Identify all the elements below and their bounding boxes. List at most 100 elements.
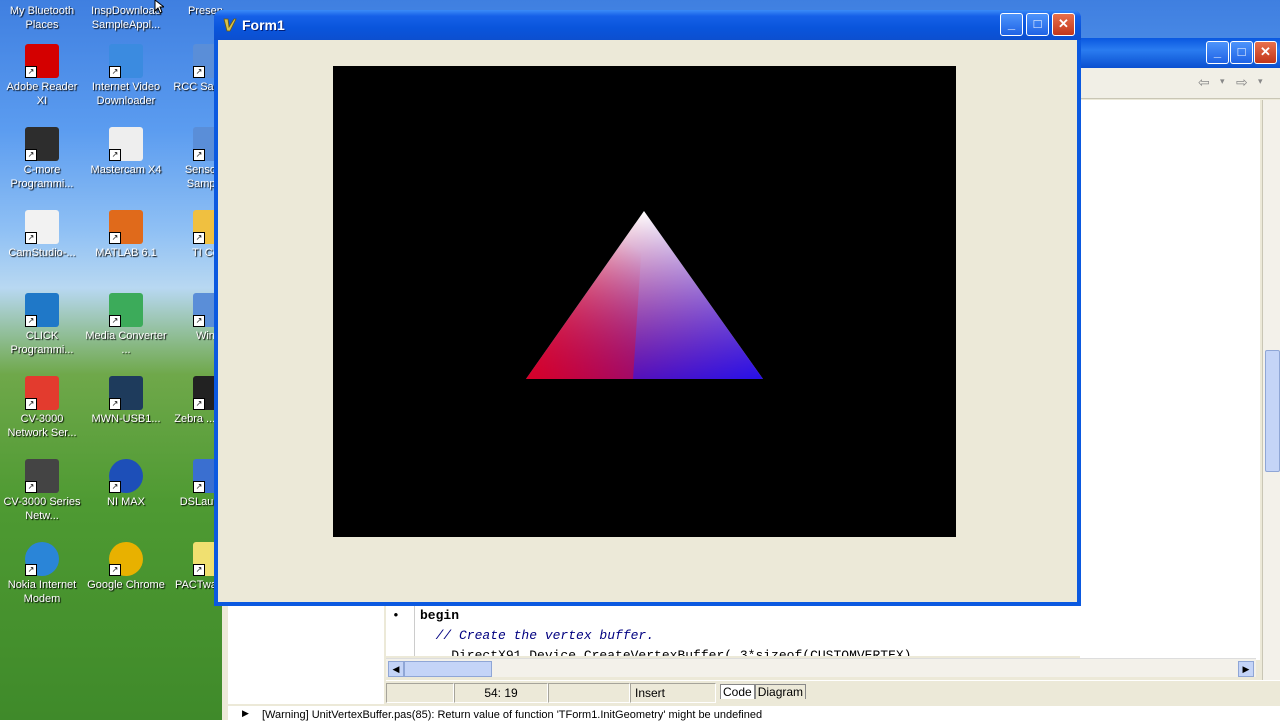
message-arrow-icon: ▶ (242, 708, 249, 718)
ide-maximize-button[interactable]: □ (1230, 41, 1253, 64)
signal-icon: ↗ (109, 376, 143, 410)
desktop-icon[interactable]: ↗ CV-3000 Network Ser... (0, 376, 84, 440)
shortcut-arrow-icon: ↗ (25, 481, 37, 493)
nokia-modem-icon: ↗ (25, 542, 59, 576)
desktop-icon-label: My Bluetooth Places (9, 5, 75, 31)
desktop-icon[interactable]: ↗ Internet Video Downloader (84, 44, 168, 108)
shortcut-arrow-icon: ↗ (109, 564, 121, 576)
shortcut-arrow-icon: ↗ (109, 398, 121, 410)
desktop-icon[interactable]: ↗ CamStudio-... (0, 210, 84, 260)
shortcut-arrow-icon: ↗ (193, 232, 205, 244)
back-arrow-icon[interactable]: ⇦ (1198, 74, 1210, 91)
close-button[interactable]: ✕ (1052, 13, 1075, 36)
shortcut-arrow-icon: ↗ (193, 564, 205, 576)
pdf-icon: ↗ (25, 376, 59, 410)
messages-pane: ▶ [Warning] UnitVertexBuffer.pas(85): Re… (228, 706, 1280, 721)
desktop-icon[interactable]: ↗ Nokia Internet Modem (0, 542, 84, 606)
shortcut-arrow-icon: ↗ (193, 398, 205, 410)
desktop-icon[interactable]: My Bluetooth Places (0, 4, 84, 32)
code-line-comment[interactable]: // Create the vertex buffer. (420, 628, 654, 643)
chrome-icon: ↗ (109, 542, 143, 576)
shortcut-arrow-icon: ↗ (193, 149, 205, 161)
desktop-icon-label: Adobe Reader XI (6, 81, 78, 107)
desktop-icon[interactable]: ↗ Media Converter ... (84, 293, 168, 357)
shortcut-arrow-icon: ↗ (25, 149, 37, 161)
editor-status-bar: 54: 19 Insert Code Diagram (386, 680, 1280, 703)
scroll-right-icon[interactable]: ▶ (1238, 661, 1254, 677)
tab-diagram[interactable]: Diagram (754, 684, 807, 699)
mastercam-icon: ↗ (109, 127, 143, 161)
form1-title: Form1 (242, 17, 285, 33)
code-line[interactable]: begin (420, 608, 459, 623)
shortcut-arrow-icon: ↗ (109, 315, 121, 327)
object-inspector-panel (228, 604, 384, 704)
desktop-icon[interactable]: ↗ NI MAX (84, 459, 168, 509)
desktop-icon[interactable]: ↗ C-more Programmi... (0, 127, 84, 191)
scrollbar-thumb[interactable] (1265, 350, 1280, 472)
shortcut-arrow-icon: ↗ (25, 398, 37, 410)
ide-side-panel (1080, 100, 1260, 660)
breakpoint-marker[interactable]: • (392, 608, 400, 623)
code-line[interactable]: DirectX91.Device.CreateVertexBuffer( 3*s… (420, 648, 919, 656)
directx-viewport[interactable] (333, 66, 956, 537)
tab-code[interactable]: Code (720, 684, 755, 699)
desktop-icon[interactable]: ↗ CV-3000 Series Netw... (0, 459, 84, 523)
status-cell-modified (386, 683, 454, 703)
shortcut-arrow-icon: ↗ (109, 66, 121, 78)
ni-max-icon: ↗ (109, 459, 143, 493)
cv-icon: ↗ (25, 459, 59, 493)
horizontal-scrollbar[interactable]: ◀ ▶ (386, 658, 1256, 677)
desktop-icon-label: CamStudio-... (8, 247, 76, 259)
desktop-icon-label: CV-3000 Network Ser... (7, 413, 77, 439)
shortcut-arrow-icon: ↗ (25, 66, 37, 78)
desktop-icon[interactable]: ↗ MWN-USB1... (84, 376, 168, 426)
scroll-left-icon[interactable]: ◀ (388, 661, 404, 677)
scrollbar-thumb[interactable] (404, 661, 492, 677)
shortcut-arrow-icon: ↗ (25, 315, 37, 327)
desktop-icon[interactable]: ↗ Adobe Reader XI (0, 44, 84, 108)
status-cell-empty (548, 683, 630, 703)
dropdown-icon[interactable]: ▾ (1220, 76, 1225, 87)
shortcut-arrow-icon: ↗ (193, 315, 205, 327)
code-editor[interactable]: • begin // Create the vertex buffer. Dir… (386, 604, 1256, 656)
form1-title-bar[interactable]: Form1 _ □ ✕ (214, 10, 1081, 40)
vertical-scrollbar[interactable] (1262, 100, 1280, 690)
desktop-icon[interactable]: ↗ Google Chrome (84, 542, 168, 592)
shortcut-arrow-icon: ↗ (25, 232, 37, 244)
desktop-icon[interactable]: ↗ MATLAB 6.1 (84, 210, 168, 260)
ide-minimize-button[interactable]: _ (1206, 41, 1229, 64)
desktop-icon-label: Google Chrome (87, 579, 165, 591)
dropdown-icon[interactable]: ▾ (1258, 76, 1263, 87)
mouse-cursor-icon (154, 0, 164, 14)
ide-close-button[interactable]: ✕ (1254, 41, 1277, 64)
desktop-icon-label: Nokia Internet Modem (7, 579, 77, 605)
shortcut-arrow-icon: ↗ (25, 564, 37, 576)
video-downloader-icon: ↗ (109, 44, 143, 78)
form1-window: Form1 _ □ ✕ (214, 10, 1081, 606)
shortcut-arrow-icon: ↗ (193, 481, 205, 493)
desktop-icon-label: Media Converter ... (85, 330, 167, 356)
triangle-render (526, 211, 763, 379)
shortcut-arrow-icon: ↗ (193, 66, 205, 78)
media-converter-icon: ↗ (109, 293, 143, 327)
desktop-icon[interactable]: ↗ CLICK Programmi... (0, 293, 84, 357)
form1-client-area (218, 40, 1077, 602)
minimize-button[interactable]: _ (1000, 13, 1023, 36)
insert-mode: Insert (630, 683, 716, 703)
desktop-icon-label: Mastercam X4 (90, 164, 162, 176)
camstudio-icon: ↗ (25, 210, 59, 244)
maximize-button[interactable]: □ (1026, 13, 1049, 36)
editor-gutter: • (386, 604, 415, 656)
shortcut-arrow-icon: ↗ (109, 232, 121, 244)
forward-arrow-icon[interactable]: ⇨ (1236, 74, 1248, 91)
app-icon (223, 18, 237, 32)
shortcut-arrow-icon: ↗ (109, 481, 121, 493)
matlab-icon: ↗ (109, 210, 143, 244)
desktop-icon[interactable]: ↗ Mastercam X4 (84, 127, 168, 177)
desktop-icon-label: C-more Programmi... (10, 164, 74, 190)
editor-tabs: Code Diagram (720, 683, 807, 701)
desktop-icon-label: NI MAX (107, 496, 145, 508)
desktop-icon-label: Internet Video Downloader (91, 81, 161, 107)
adobe-reader-icon: ↗ (25, 44, 59, 78)
cursor-position: 54: 19 (454, 683, 548, 703)
